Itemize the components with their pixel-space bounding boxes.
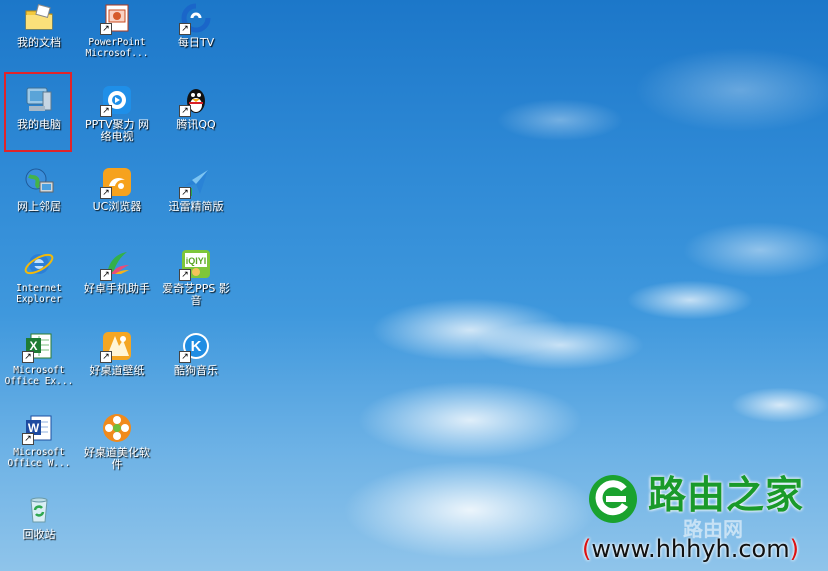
desktop-icon-microsoft-excel[interactable]: X ↗ Microsoft Office Ex...	[1, 330, 77, 387]
desktop-icon-daily-tv[interactable]: ↗ 每日TV	[158, 2, 234, 49]
uc-browser-icon: ↗	[100, 166, 133, 199]
desktop-icon-kugou-music[interactable]: K ↗ 酷狗音乐	[158, 330, 234, 377]
url-text: www.hhhyh.com	[591, 535, 790, 563]
icon-label: 回收站	[22, 528, 56, 541]
shortcut-arrow-icon: ↗	[100, 187, 112, 199]
desktop-icon-haozhuo-wallpaper[interactable]: ↗ 好桌道壁纸	[79, 330, 155, 377]
icon-label: 好桌道美化软 件	[84, 446, 150, 471]
desktop-icon-haozhuo-beautify[interactable]: 好桌道美化软 件	[79, 412, 155, 471]
icon-label: 好卓手机助手	[84, 282, 150, 295]
qq-penguin-icon: ↗	[179, 84, 212, 117]
icon-label: 迅雷精简版	[168, 200, 224, 213]
desktop-icon-powerpoint[interactable]: ↗ PowerPoint Microsof...	[79, 2, 155, 59]
excel-icon: X ↗	[22, 330, 55, 363]
icon-label: PPTV聚力 网 络电视	[84, 118, 149, 143]
icon-label: 腾讯QQ	[176, 118, 216, 131]
desktop-icon-haozhuo-assistant[interactable]: ↗ 好卓手机助手	[79, 248, 155, 295]
shortcut-arrow-icon: ↗	[100, 269, 112, 281]
folder-icon	[23, 2, 55, 34]
icon-label: 我的电脑	[17, 118, 61, 131]
route-logo-icon	[589, 475, 637, 523]
shortcut-arrow-icon: ↗	[179, 351, 191, 363]
recycle-bin-icon	[23, 494, 55, 526]
shortcut-arrow-icon: ↗	[100, 351, 112, 363]
desktop-icon-tencent-qq[interactable]: ↗ 腾讯QQ	[158, 84, 234, 131]
shortcut-arrow-icon: ↗	[22, 433, 34, 445]
computer-icon	[23, 84, 55, 116]
paren-close: )	[789, 535, 799, 563]
desktop-icon-my-computer[interactable]: 我的电脑	[1, 84, 77, 131]
shortcut-arrow-icon: ↗	[179, 105, 191, 117]
watermark-url: (www.hhhyh.com)	[582, 532, 799, 566]
icon-label: 爱奇艺PPS 影 音	[162, 282, 230, 307]
icon-label: Internet Explorer	[16, 283, 62, 305]
desktop-icon-microsoft-word[interactable]: W ↗ Microsoft Office W...	[1, 412, 77, 469]
icon-label: 网上邻居	[17, 200, 61, 213]
desktop-icon-network-places[interactable]: 网上邻居	[1, 166, 77, 213]
desktop-background: 我的文档 我的电脑 网上邻居 Internet Explorer X ↗ Mic…	[0, 0, 828, 571]
daily-tv-icon: ↗	[179, 2, 212, 35]
icon-label: UC浏览器	[92, 200, 142, 213]
internet-explorer-icon	[23, 248, 55, 280]
shortcut-arrow-icon: ↗	[179, 269, 191, 281]
desktop-icon-my-documents[interactable]: 我的文档	[1, 2, 77, 49]
desktop-icon-xunlei[interactable]: ↗ 迅雷精简版	[158, 166, 234, 213]
haozhuo-assistant-icon: ↗	[100, 248, 133, 281]
watermark: 路由之家 路由网 (www.hhhyh.com)	[578, 470, 828, 571]
icon-label: Microsoft Office Ex...	[4, 365, 74, 387]
desktop-icon-pptv[interactable]: ↗ PPTV聚力 网 络电视	[79, 84, 155, 143]
wallpaper-icon: ↗	[100, 330, 133, 363]
shortcut-arrow-icon: ↗	[100, 23, 112, 35]
icon-label: 酷狗音乐	[174, 364, 218, 377]
icon-label: 我的文档	[17, 36, 61, 49]
desktop-icon-internet-explorer[interactable]: Internet Explorer	[1, 248, 77, 305]
word-icon: W ↗	[22, 412, 55, 445]
powerpoint-icon: ↗	[100, 2, 133, 35]
flower-icon	[101, 412, 133, 444]
shortcut-arrow-icon: ↗	[22, 351, 34, 363]
shortcut-arrow-icon: ↗	[179, 187, 191, 199]
paren-open: (	[582, 535, 592, 563]
svg-text:K: K	[191, 338, 202, 355]
icon-label: 好桌道壁纸	[89, 364, 145, 377]
icon-label: Microsoft Office W...	[7, 447, 71, 469]
iqiyi-icon: iQIYI ↗	[179, 248, 212, 281]
kugou-icon: K ↗	[179, 330, 212, 363]
desktop-icon-recycle-bin[interactable]: 回收站	[1, 494, 77, 541]
shortcut-arrow-icon: ↗	[179, 23, 191, 35]
icon-label: PowerPoint Microsof...	[85, 37, 149, 59]
pptv-icon: ↗	[100, 84, 133, 117]
desktop-icon-iqiyi-pps[interactable]: iQIYI ↗ 爱奇艺PPS 影 音	[158, 248, 234, 307]
svg-text:iQIYI: iQIYI	[186, 256, 207, 266]
desktop-icon-uc-browser[interactable]: ↗ UC浏览器	[79, 166, 155, 213]
shortcut-arrow-icon: ↗	[100, 105, 112, 117]
xunlei-bird-icon: ↗	[179, 166, 212, 199]
network-globe-icon	[23, 166, 55, 198]
icon-label: 每日TV	[177, 36, 215, 49]
